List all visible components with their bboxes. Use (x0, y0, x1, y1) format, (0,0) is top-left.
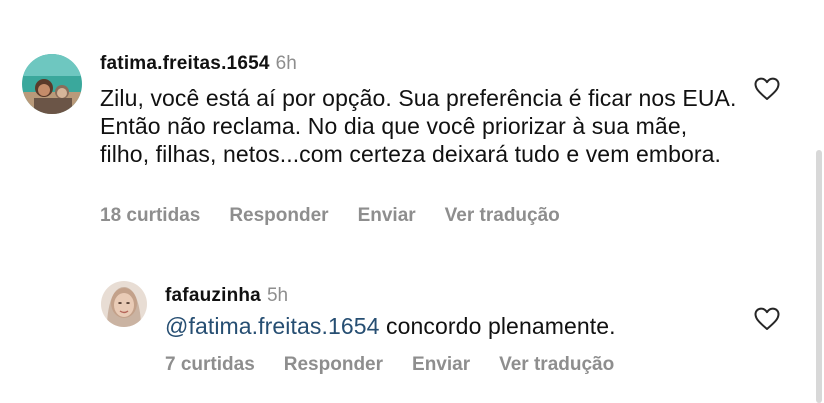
reply-header: fafauzinha 5h (165, 285, 288, 307)
heart-outline-icon[interactable] (754, 307, 780, 331)
avatar[interactable] (101, 281, 147, 327)
comment: fatima.freitas.1654 6h Zilu, você está aí… (0, 0, 824, 240)
mention-link[interactable]: @fatima.freitas.1654 (165, 313, 380, 339)
reply: fafauzinha 5h @fatima.freitas.1654 concor… (0, 270, 824, 390)
translate-button[interactable]: Ver tradução (445, 205, 560, 226)
translate-button[interactable]: Ver tradução (499, 354, 614, 375)
reply-button[interactable]: Responder (229, 205, 328, 226)
comment-header: fatima.freitas.1654 6h (100, 53, 297, 75)
heart-outline-icon[interactable] (754, 77, 780, 101)
comment-time: 6h (275, 53, 297, 74)
reply-text-content: concordo plenamente. (379, 313, 616, 339)
reply-username[interactable]: fafauzinha (165, 285, 261, 306)
comment-actions: 18 curtidas Responder Enviar Ver tradução (100, 205, 589, 227)
likes-count[interactable]: 7 curtidas (165, 354, 255, 375)
reply-button[interactable]: Responder (284, 354, 383, 375)
reply-time: 5h (266, 285, 289, 306)
avatar[interactable] (22, 54, 82, 114)
send-button[interactable]: Enviar (412, 354, 470, 375)
reply-text: @fatima.freitas.1654 concordo plenamente… (165, 312, 725, 340)
avatar-photo (101, 281, 147, 327)
comment-text: Zilu, você está aí por opção. Sua prefer… (100, 85, 737, 167)
send-button[interactable]: Enviar (358, 205, 416, 226)
comment-username[interactable]: fatima.freitas.1654 (100, 53, 270, 74)
scrollbar[interactable] (816, 150, 822, 403)
avatar-photo (22, 54, 82, 114)
reply-actions: 7 curtidas Responder Enviar Ver tradução (165, 354, 643, 376)
likes-count[interactable]: 18 curtidas (100, 205, 200, 226)
